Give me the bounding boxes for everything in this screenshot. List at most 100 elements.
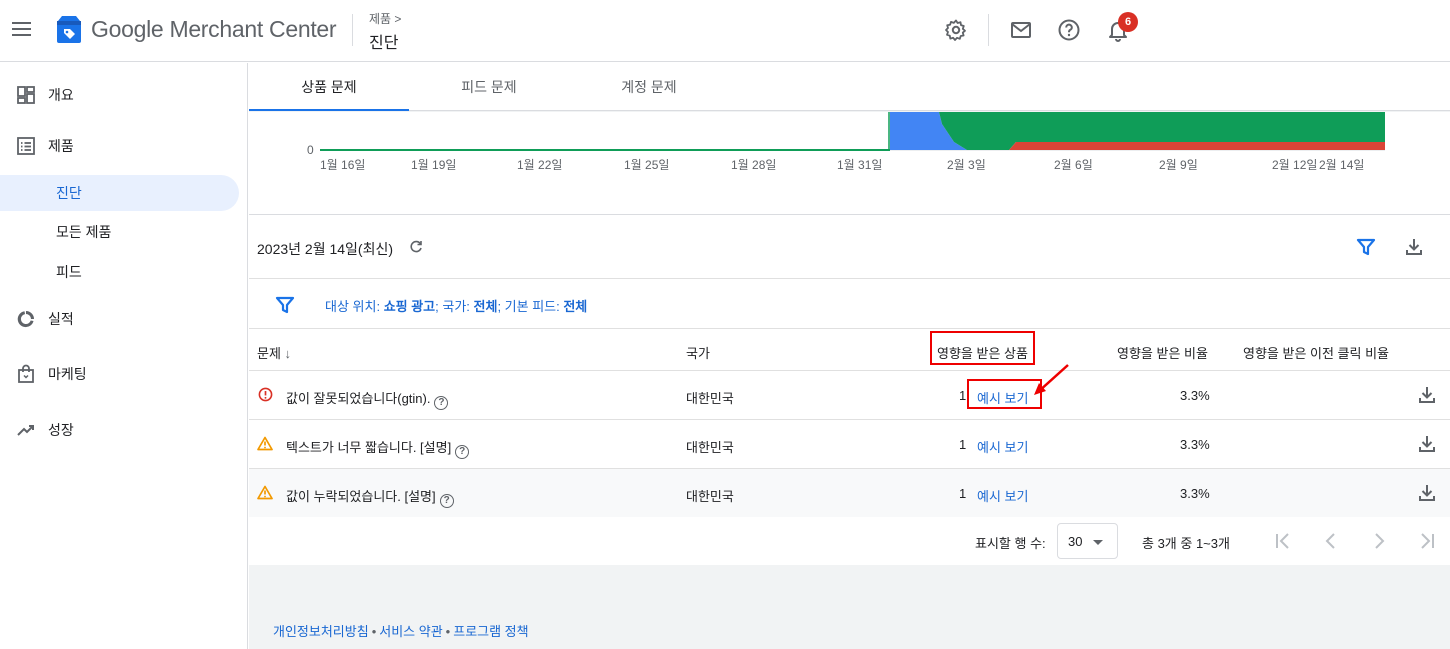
- column-header-affected-ratio[interactable]: 영향을 받은 비율: [1117, 343, 1208, 362]
- chart-x-tick: 2월 12일: [1272, 158, 1318, 172]
- chevron-down-icon: [1093, 540, 1103, 545]
- tab-feed-issues[interactable]: 피드 문제: [409, 63, 569, 111]
- tab-account-issues[interactable]: 계정 문제: [569, 63, 729, 111]
- column-header-country[interactable]: 국가: [686, 343, 710, 362]
- error-icon: [258, 387, 273, 402]
- view-examples-link[interactable]: 예시 보기: [977, 437, 1028, 456]
- affected-ratio: 3.3%: [1180, 388, 1210, 403]
- table-row[interactable]: 텍스트가 너무 짧습니다. [설명]? 대한민국 1 예시 보기 3.3%: [249, 420, 1450, 469]
- mail-icon[interactable]: [1009, 18, 1033, 42]
- chart-x-tick: 1월 28일: [731, 158, 777, 172]
- issue-text: 값이 잘못되었습니다(gtin).?: [286, 388, 449, 410]
- chart-x-tick: 2월 6일: [1054, 158, 1093, 172]
- column-header-click-ratio[interactable]: 영향을 받은 이전 클릭 비율: [1243, 343, 1389, 362]
- country-cell: 대한민국: [686, 440, 734, 455]
- privacy-policy-link[interactable]: 개인정보처리방침: [273, 624, 369, 639]
- page-range: 총 3개 중 1~3개: [1142, 536, 1230, 551]
- sidebar-item-label: 실적: [48, 311, 74, 327]
- table-header: 문제 ↓ 국가 영향을 받은 상품 영향을 받은 비율 영향을 받은 이전 클릭…: [249, 329, 1450, 371]
- shopping-bag-icon: [18, 364, 34, 383]
- rows-per-page-select[interactable]: 30: [1057, 523, 1118, 559]
- issue-text: 값이 누락되었습니다. [설명]?: [286, 486, 454, 508]
- tab-product-issues[interactable]: 상품 문제: [249, 63, 409, 111]
- first-page-icon[interactable]: [1273, 531, 1293, 551]
- sidebar-item-overview[interactable]: 개요: [0, 77, 240, 113]
- program-policy-link[interactable]: 프로그램 정책: [453, 624, 528, 639]
- country-cell: 대한민국: [686, 391, 734, 406]
- help-icon[interactable]: ?: [455, 445, 470, 459]
- filter-icon[interactable]: [275, 295, 295, 315]
- filter-icon[interactable]: [1356, 237, 1376, 257]
- last-page-icon[interactable]: [1417, 531, 1437, 551]
- table-row[interactable]: 값이 누락되었습니다. [설명]? 대한민국 1 예시 보기 3.3%: [249, 469, 1450, 518]
- issues-table-card: 2023년 2월 14일(최신) 대상 위치: 쇼핑 광고; 국가: 전체; 기…: [249, 215, 1450, 565]
- sidebar-item-label: 마케팅: [48, 366, 87, 382]
- affected-count: 1: [959, 437, 967, 452]
- previous-page-icon[interactable]: [1321, 531, 1341, 551]
- footer-separator: •: [445, 624, 451, 639]
- sidebar-item-marketing[interactable]: 마케팅: [0, 356, 240, 392]
- main-content: 상품 문제 피드 문제 계정 문제 0 1월 16일 1월 19일 1월 22일…: [249, 63, 1450, 649]
- gear-icon[interactable]: [944, 18, 968, 42]
- download-icon[interactable]: [1417, 385, 1437, 405]
- filter-row[interactable]: 대상 위치: 쇼핑 광고; 국가: 전체; 기본 피드: 전체: [249, 280, 1450, 329]
- sort-arrow-down-icon[interactable]: ↓: [285, 346, 292, 361]
- issue-label: 값이 누락되었습니다. [설명]: [286, 489, 436, 504]
- chart-x-tick: 1월 22일: [517, 158, 563, 172]
- dashboard-icon: [17, 86, 35, 104]
- next-page-icon[interactable]: [1369, 531, 1389, 551]
- sidebar-item-all-products[interactable]: 모든 제품: [0, 214, 239, 250]
- refresh-icon[interactable]: [408, 239, 424, 255]
- chart-x-tick: 1월 31일: [837, 158, 883, 172]
- notification-badge: 6: [1118, 12, 1138, 32]
- merchant-center-logo: [57, 16, 81, 43]
- table-row[interactable]: 값이 잘못되었습니다(gtin).? 대한민국 1 예시 보기 3.3%: [249, 371, 1450, 420]
- download-icon[interactable]: [1417, 483, 1437, 503]
- donut-chart-icon: [17, 311, 34, 328]
- affected-count: 1: [959, 388, 967, 403]
- sidebar-item-label: 모든 제품: [56, 224, 112, 240]
- view-examples-link[interactable]: 예시 보기: [977, 486, 1028, 505]
- chart-x-tick: 1월 16일: [320, 158, 366, 172]
- column-header-issue[interactable]: 문제 ↓: [257, 343, 291, 362]
- chart-x-tick: 2월 9일: [1159, 158, 1198, 172]
- menu-icon[interactable]: [12, 19, 34, 41]
- filter-summary[interactable]: 대상 위치: 쇼핑 광고; 국가: 전체; 기본 피드: 전체: [325, 296, 587, 315]
- sidebar-item-performance[interactable]: 실적: [0, 301, 240, 337]
- filter-value: 전체: [563, 299, 588, 314]
- issue-label: 값이 잘못되었습니다(gtin).: [286, 391, 431, 406]
- chart-series-red-area: [1009, 142, 1385, 150]
- affected-ratio: 3.3%: [1180, 486, 1210, 501]
- date-row: 2023년 2월 14일(최신): [249, 215, 1450, 279]
- download-icon[interactable]: [1404, 237, 1424, 257]
- app-header: Google Merchant Center 제품 > 진단 6: [0, 0, 1450, 62]
- tab-bar: 상품 문제 피드 문제 계정 문제: [249, 63, 1450, 111]
- sidebar-item-products[interactable]: 제품: [0, 128, 240, 164]
- chart-y-tick: 0: [307, 143, 314, 157]
- warning-icon: [257, 436, 273, 451]
- rows-per-page-label: 표시할 행 수:: [975, 536, 1046, 551]
- issue-label: 텍스트가 너무 짧습니다. [설명]: [286, 440, 452, 455]
- terms-of-service-link[interactable]: 서비스 약관: [379, 624, 442, 639]
- rows-per-page-value: 30: [1068, 534, 1083, 549]
- issues-chart: 0 1월 16일 1월 19일 1월 22일 1월 25일 1월 28일 1월 …: [249, 112, 1450, 215]
- sidebar-item-feeds[interactable]: 피드: [0, 254, 239, 290]
- sidebar-item-label: 개요: [48, 87, 74, 103]
- sidebar-item-label: 제품: [48, 138, 74, 154]
- annotation-highlight-header: [930, 331, 1035, 365]
- download-icon[interactable]: [1417, 434, 1437, 454]
- filter-value: 쇼핑 광고: [383, 299, 436, 314]
- help-icon[interactable]: ?: [439, 494, 454, 508]
- filter-value: 전체: [473, 299, 498, 314]
- sidebar-item-growth[interactable]: 성장: [0, 412, 240, 448]
- country-cell: 대한민국: [686, 489, 734, 504]
- breadcrumb-parent[interactable]: 제품 >: [369, 10, 401, 27]
- help-icon[interactable]: [1057, 18, 1081, 42]
- sidebar-item-diagnostics[interactable]: 진단: [0, 175, 239, 211]
- help-icon[interactable]: ?: [434, 396, 449, 410]
- filter-label: ; 기본 피드:: [497, 299, 564, 314]
- sidebar: 개요 제품 진단 모든 제품 피드 실적 마케팅 성장: [0, 63, 248, 649]
- header-divider-right: [988, 14, 989, 46]
- sidebar-item-label: 성장: [48, 422, 74, 438]
- affected-ratio: 3.3%: [1180, 437, 1210, 452]
